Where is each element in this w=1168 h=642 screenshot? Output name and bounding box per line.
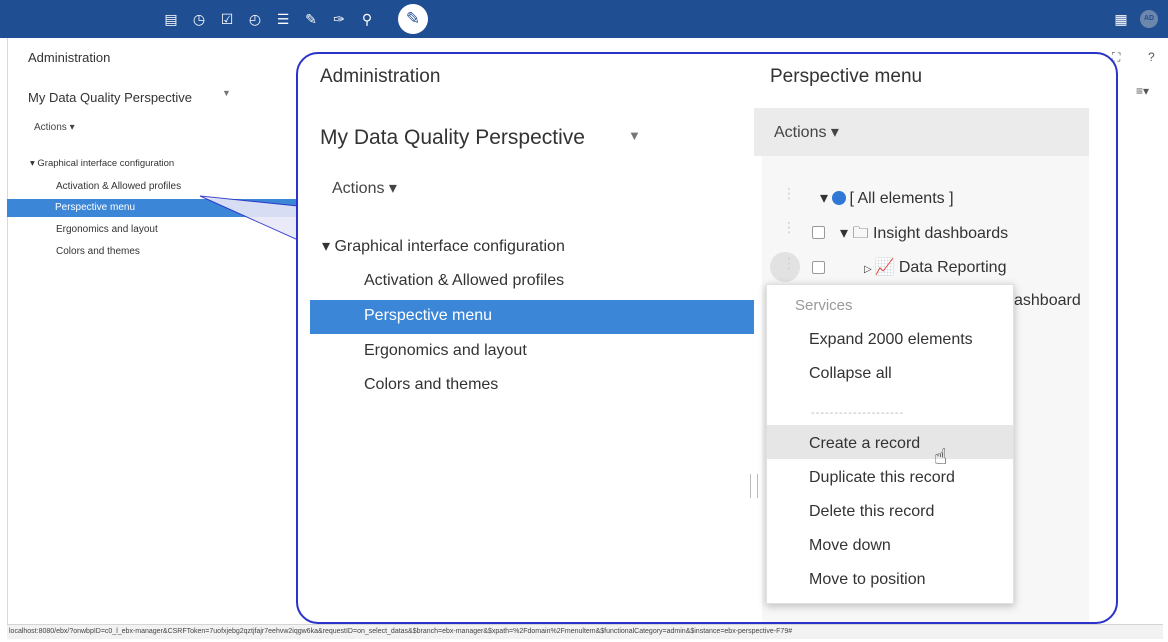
drag-handle-icon[interactable]: ⋮ (782, 256, 796, 270)
tree-folder-label: Insight dashboards (872, 225, 1009, 242)
menu-item-duplicate-record[interactable]: Duplicate this record (809, 469, 955, 487)
menu-item-create-record[interactable]: Create a record (809, 435, 920, 453)
row-checkbox[interactable] (812, 226, 825, 239)
menu-item-collapse-all[interactable]: Collapse all (809, 365, 892, 383)
caret-down-icon: ▾ (840, 225, 853, 242)
caret-down-icon: ▾ (820, 190, 833, 207)
tree-root-all-elements[interactable]: ▾ [ All elements ] (820, 188, 954, 208)
tree-item-truncated[interactable]: ashboard (1014, 292, 1081, 310)
drag-handle-icon[interactable]: ⋮ (782, 186, 796, 200)
caret-right-icon: ▷ (864, 264, 875, 275)
zoom-actions-button[interactable]: Actions ▾ (332, 178, 397, 198)
circle-icon (832, 191, 847, 205)
zoom-right-actions-button[interactable]: Actions ▾ (774, 122, 839, 142)
tree-root-label: [ All elements ] (849, 190, 954, 207)
menu-item-move-down[interactable]: Move down (809, 537, 891, 555)
status-bar: localhost:8080/ebx/?onwbpID=c0_l_ebx-man… (7, 624, 1163, 639)
menu-item-move-to-position[interactable]: Move to position (809, 571, 926, 589)
zoom-tree-group[interactable]: ▾ Graphical interface configuration (322, 236, 565, 256)
chart-line-icon: 📈 (874, 259, 899, 276)
tree-folder-insight-dashboards[interactable]: ▾ 🗀 Insight dashboards (840, 222, 1008, 249)
zoom-tree-item-ergonomics[interactable]: Ergonomics and layout (364, 342, 527, 360)
row-checkbox[interactable] (812, 261, 825, 274)
zoom-tree-item-perspective-menu[interactable]: Perspective menu (310, 300, 754, 334)
caret-down-icon: ▾ (322, 238, 335, 255)
zoom-callout: Administration My Data Quality Perspecti… (296, 52, 1118, 624)
zoom-section-title: Perspective menu (770, 66, 923, 87)
chevron-down-icon[interactable]: ▼ (628, 128, 641, 143)
folder-icon: 🗀 (852, 225, 873, 242)
status-url: localhost:8080/ebx/?onwbpID=c0_l_ebx-man… (9, 628, 793, 635)
menu-item-expand[interactable]: Expand 2000 elements (809, 331, 973, 349)
zoom-tree-item-activation[interactable]: Activation & Allowed profiles (364, 272, 564, 290)
menu-heading: Services (795, 297, 853, 314)
tree-item-label: Perspective menu (364, 307, 493, 324)
hand-cursor-icon: ☝ (934, 444, 948, 469)
zoom-tree-item-colors[interactable]: Colors and themes (364, 376, 498, 394)
zoom-actions-bar: Actions ▾ (754, 108, 1089, 156)
tree-item-data-reporting[interactable]: ▷ 📈 Data Reporting (864, 257, 1006, 277)
zoom-perspective-name: My Data Quality Perspective (320, 126, 585, 149)
menu-item-delete-record[interactable]: Delete this record (809, 503, 934, 521)
tree-group-label: Graphical interface configuration (334, 238, 565, 255)
pane-splitter[interactable] (750, 474, 758, 498)
context-menu: Services Expand 2000 elements Collapse a… (766, 284, 1014, 604)
zoom-page-title: Administration (320, 66, 441, 87)
drag-handle-icon[interactable]: ⋮ (782, 220, 796, 234)
menu-separator: -------------------- (811, 407, 905, 419)
tree-item-label: Data Reporting (898, 259, 1007, 276)
